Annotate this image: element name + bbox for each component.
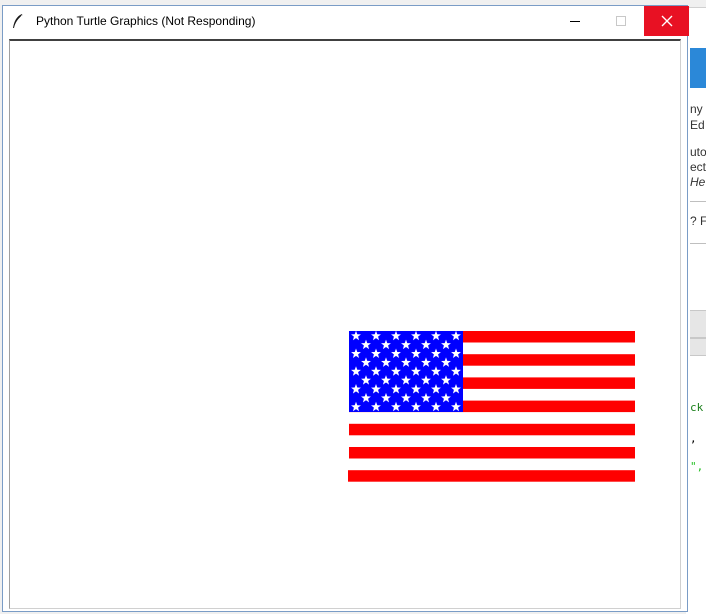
- turtle-window[interactable]: Python Turtle Graphics (Not Responding): [2, 5, 689, 612]
- flag-stripe: [349, 447, 635, 459]
- window-title: Python Turtle Graphics (Not Responding): [36, 14, 256, 28]
- feather-icon: [13, 13, 24, 28]
- minimize-icon: [570, 21, 580, 22]
- close-button[interactable]: [644, 6, 689, 36]
- background-text-fragment: uto: [690, 145, 706, 159]
- background-code-fragment: ck: [690, 401, 704, 414]
- desktop: ny Ed uto ect He ? F ck , ", Python Turt…: [0, 0, 706, 614]
- background-accent-band: [690, 48, 706, 88]
- turtle-canvas[interactable]: [9, 39, 681, 609]
- maximize-icon: [616, 16, 626, 26]
- background-code-fragment: ",: [690, 460, 704, 473]
- background-text-fragment: ? F: [690, 214, 706, 228]
- background-menubar-strip: [686, 0, 706, 8]
- title-bar[interactable]: Python Turtle Graphics (Not Responding): [3, 6, 689, 36]
- background-toolbar: [690, 338, 706, 356]
- background-text-fragment: He: [690, 175, 706, 189]
- background-divider: [690, 201, 706, 202]
- flag-stripe: [348, 470, 635, 482]
- flag-stripe: [349, 423, 635, 436]
- minimize-button[interactable]: [552, 6, 598, 36]
- close-icon: [661, 15, 672, 27]
- background-code-fragment: ,: [690, 432, 697, 445]
- american-flag-drawing: [348, 330, 635, 482]
- maximize-button[interactable]: [598, 6, 644, 36]
- background-divider: [690, 243, 706, 244]
- background-text-fragment: ect: [690, 160, 706, 174]
- background-text-fragment: ny: [690, 102, 703, 116]
- background-text-fragment: Ed: [690, 118, 705, 132]
- background-window[interactable]: ny Ed uto ect He ? F ck , ",: [686, 0, 706, 614]
- background-toolbar: [690, 310, 706, 338]
